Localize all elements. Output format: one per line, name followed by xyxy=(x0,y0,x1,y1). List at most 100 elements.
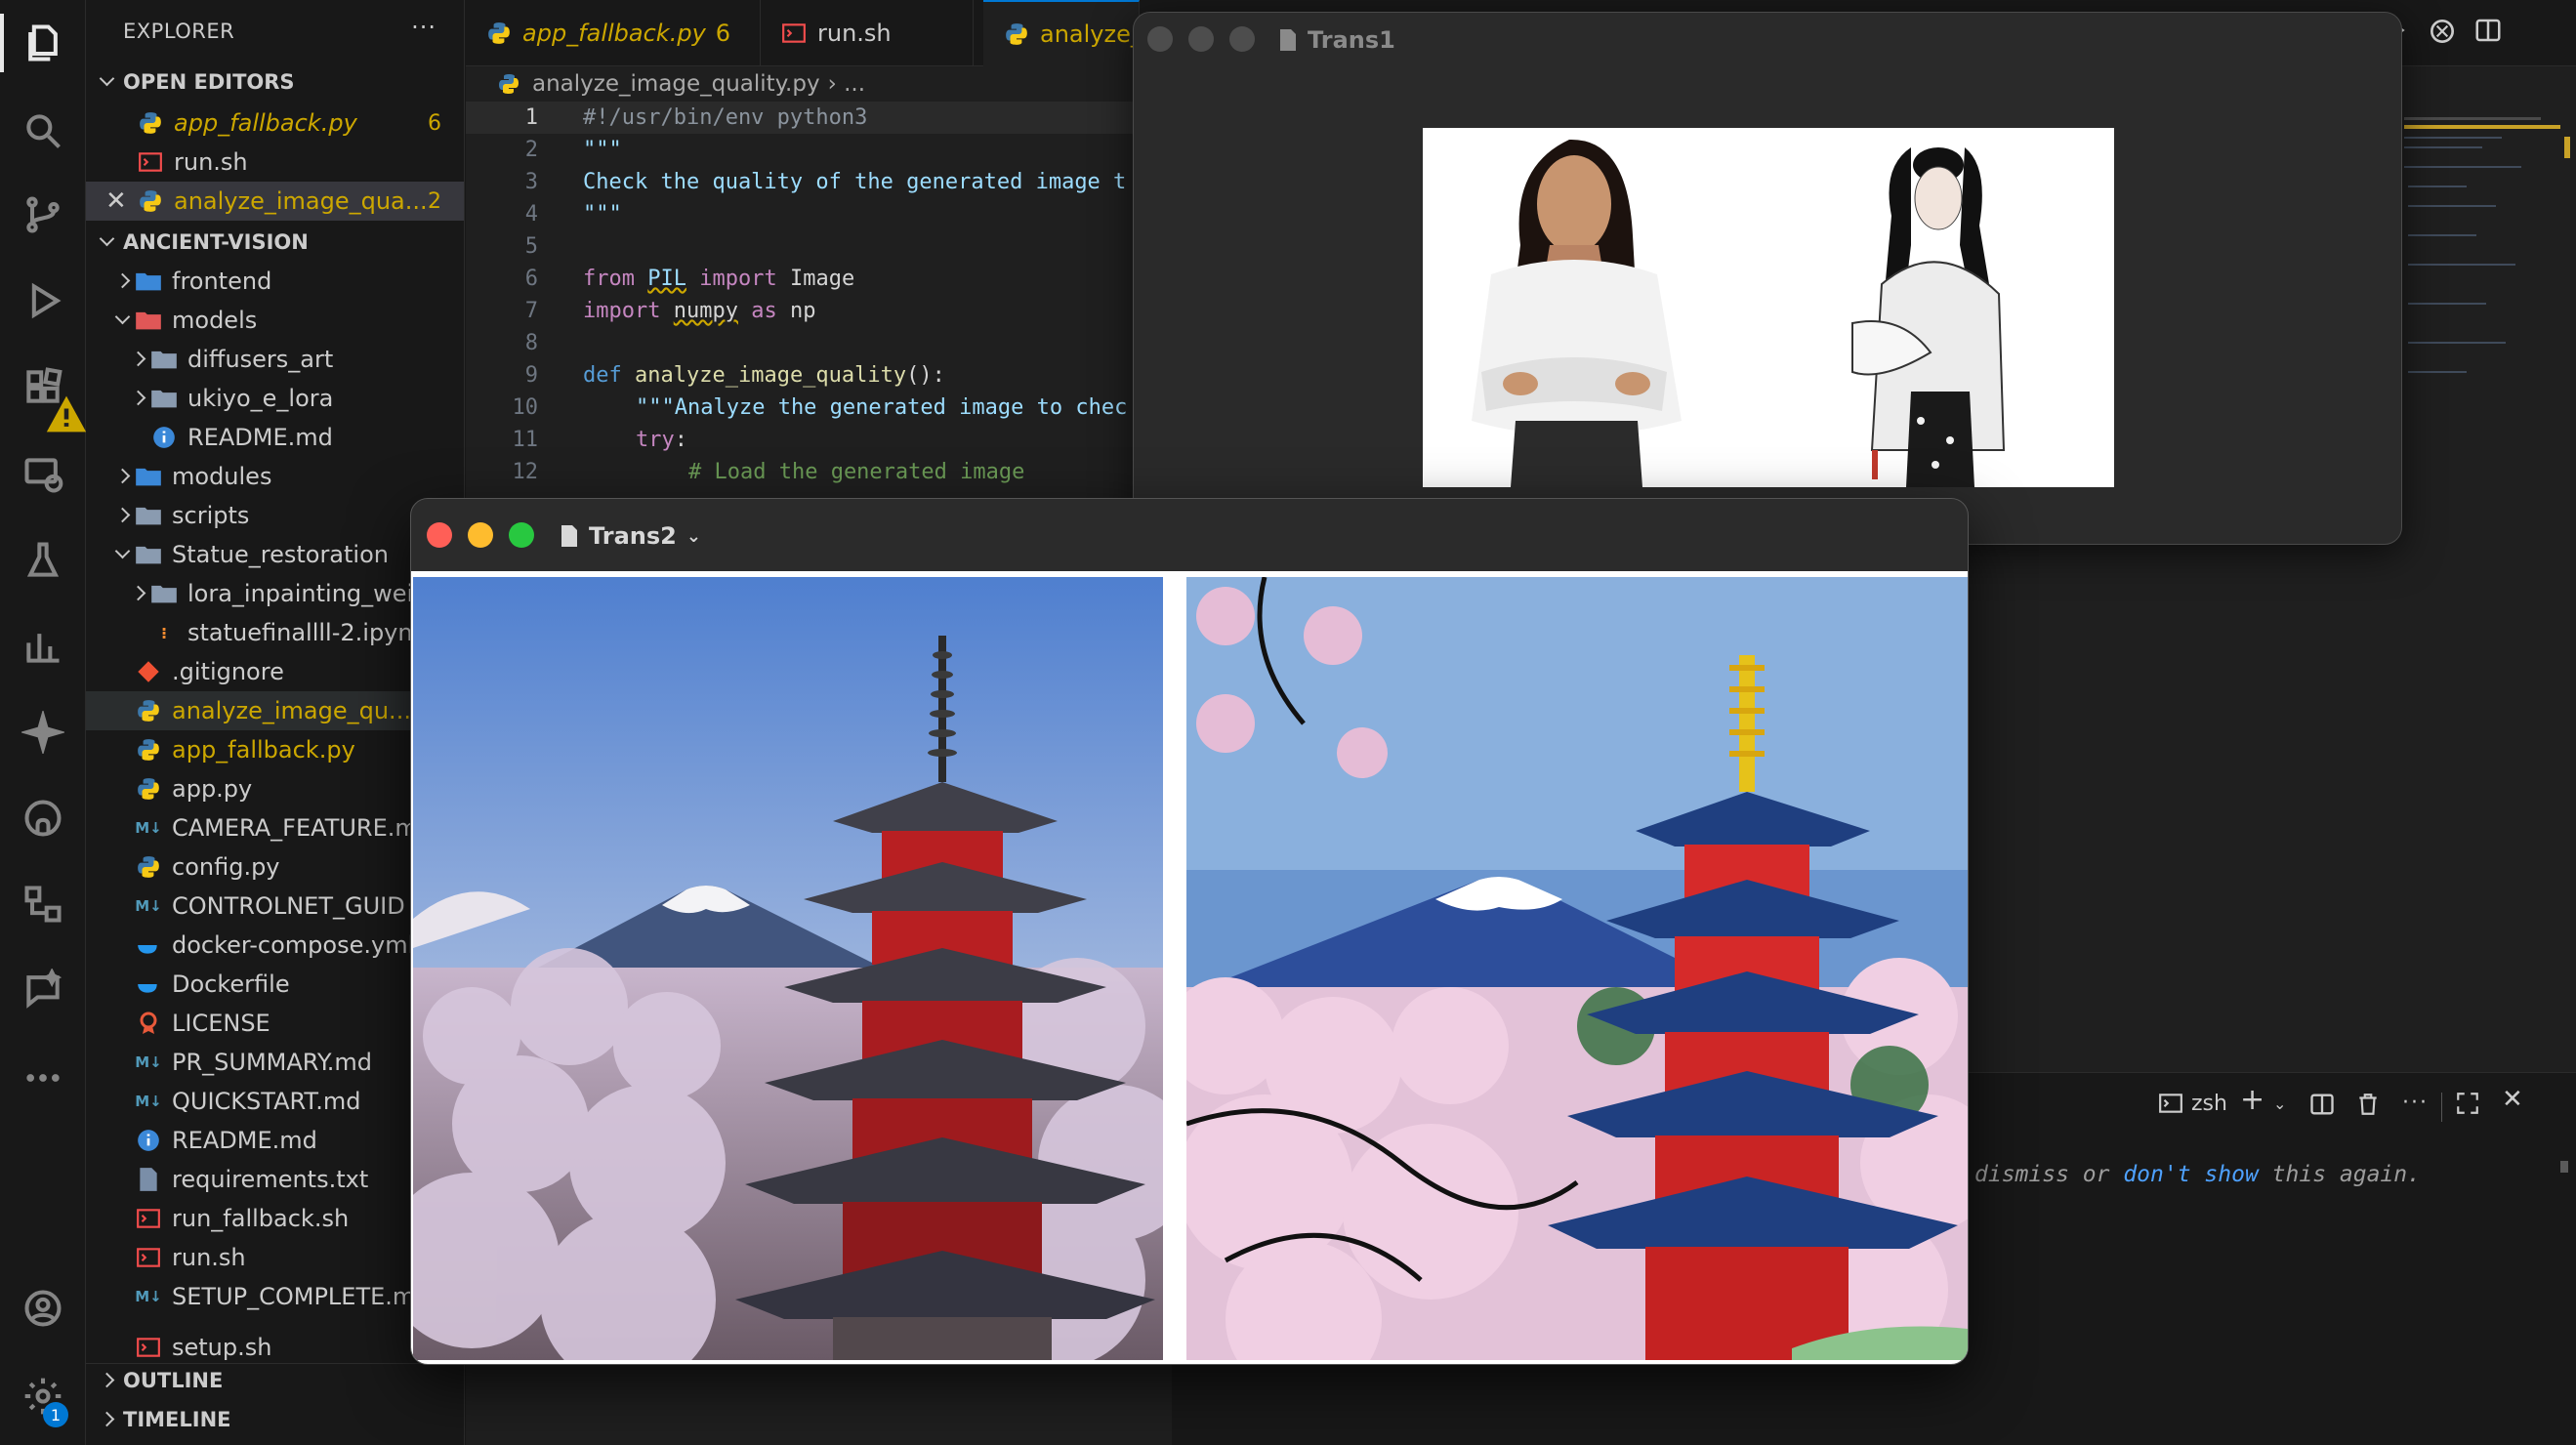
explorer-sidebar: EXPLORER ··· OPEN EDITORS app_fallback.p… xyxy=(86,0,465,1445)
scrollbar[interactable] xyxy=(2560,1161,2568,1173)
split-terminal-icon[interactable] xyxy=(2308,1091,2336,1124)
maximize-icon[interactable] xyxy=(2455,1091,2480,1122)
tree-file[interactable]: LICENSE xyxy=(86,1004,464,1043)
tree-file[interactable]: docker-compose.yml xyxy=(86,926,464,965)
timeline-header[interactable]: TIMELINE xyxy=(86,1400,464,1439)
project-header[interactable]: ANCIENT-VISION xyxy=(86,223,464,262)
tree-folder[interactable]: models xyxy=(86,301,464,340)
image-window-trans2[interactable]: Trans2 ⌄ xyxy=(410,498,1969,1365)
tree-folder[interactable]: Statue_restoration xyxy=(86,535,464,574)
tree-folder[interactable]: ukiyo_e_lora xyxy=(86,379,464,418)
chatgpt-icon[interactable] xyxy=(2427,16,2462,51)
chevron-down-icon[interactable]: ⌄ xyxy=(2273,1094,2286,1113)
tree-file[interactable]: ⁝ statuefinallll-2.ipyn xyxy=(86,613,464,652)
explorer-icon[interactable] xyxy=(0,4,86,82)
charts-icon[interactable] xyxy=(0,607,86,685)
zoom-button[interactable] xyxy=(509,522,534,548)
tree-file-selected[interactable]: analyze_image_qu... xyxy=(86,691,464,730)
tree-folder[interactable]: frontend xyxy=(86,262,464,301)
python-file-icon xyxy=(135,736,162,764)
open-editor-item[interactable]: run.sh xyxy=(86,143,464,182)
terminal-shell-selector[interactable]: zsh xyxy=(2158,1091,2227,1116)
tree-folder[interactable]: modules xyxy=(86,457,464,496)
tree-file[interactable]: M↓ SETUP_COMPLETE.m xyxy=(86,1277,464,1316)
sparkle-icon[interactable] xyxy=(0,693,86,771)
remote-explorer-icon[interactable] xyxy=(0,435,86,514)
tree-file[interactable]: M↓ CAMERA_FEATURE.m xyxy=(86,808,464,847)
minimap[interactable] xyxy=(2404,107,2570,420)
code-line[interactable]: 8 xyxy=(466,327,538,359)
comparison-image-portrait xyxy=(1423,128,2114,487)
code-line[interactable]: 3 Check the quality of the generated imag… xyxy=(466,166,1127,198)
more-icon[interactable] xyxy=(0,1039,86,1117)
image-window-trans1[interactable]: Trans1 xyxy=(1133,12,2402,545)
code-line[interactable]: 6 from PIL import Image xyxy=(466,263,854,295)
tree-folder[interactable]: diffusers_art xyxy=(86,340,464,379)
account-icon[interactable] xyxy=(0,1269,86,1347)
tree-file[interactable]: run.sh xyxy=(86,1238,464,1277)
tree-file[interactable]: run_fallback.sh xyxy=(86,1199,464,1238)
window-title[interactable]: Trans2 ⌄ xyxy=(560,522,701,550)
folder-icon xyxy=(150,385,178,412)
minimize-button[interactable] xyxy=(1188,26,1214,52)
code-line[interactable]: 4 """ xyxy=(466,198,622,230)
text-file-icon xyxy=(135,1166,162,1193)
split-editor-icon[interactable] xyxy=(2473,16,2509,51)
open-editor-item[interactable]: app_fallback.py 6 xyxy=(86,103,464,143)
explorer-more-button[interactable]: ··· xyxy=(411,14,436,41)
code-line[interactable]: 1 #!/usr/bin/env python3 xyxy=(466,102,1169,134)
dont-show-link[interactable]: don't show xyxy=(2123,1162,2258,1187)
tree-file[interactable]: .gitignore xyxy=(86,652,464,691)
breadcrumb-file[interactable]: analyze_image_quality.py xyxy=(532,71,820,97)
tab-run-sh[interactable]: run.sh xyxy=(761,0,974,66)
tree-file[interactable]: M↓ CONTROLNET_GUID xyxy=(86,887,464,926)
tree-file[interactable]: app.py xyxy=(86,769,464,808)
tree-folder[interactable]: lora_inpainting_weig xyxy=(86,574,464,613)
code-line[interactable]: 5 xyxy=(466,230,538,263)
close-button[interactable] xyxy=(1147,26,1173,52)
tree-file[interactable]: app_fallback.py xyxy=(86,730,464,769)
document-icon xyxy=(561,525,577,547)
tab-app-fallback[interactable]: app_fallback.py 6 xyxy=(466,0,761,66)
search-icon[interactable] xyxy=(0,92,86,170)
trash-icon[interactable] xyxy=(2355,1091,2381,1124)
source-control-icon[interactable] xyxy=(0,176,86,254)
testing-icon[interactable] xyxy=(0,521,86,599)
tree-file[interactable]: Dockerfile xyxy=(86,965,464,1004)
code-line[interactable]: 11 try: xyxy=(466,424,688,456)
chat-icon[interactable] xyxy=(0,951,86,1029)
extensions-icon[interactable] xyxy=(0,348,87,433)
outline-header[interactable]: OUTLINE xyxy=(86,1361,464,1400)
tree-file[interactable]: config.py xyxy=(86,847,464,887)
new-terminal-icon[interactable]: + xyxy=(2240,1083,2264,1117)
run-debug-icon[interactable] xyxy=(0,262,86,340)
code-line[interactable]: 7 import numpy as np xyxy=(466,295,816,327)
tree-file[interactable]: README.md xyxy=(86,1121,464,1160)
tree-file[interactable]: README.md xyxy=(86,418,464,457)
zoom-button[interactable] xyxy=(1229,26,1255,52)
tree-file[interactable]: M↓ QUICKSTART.md xyxy=(86,1082,464,1121)
generated-illustration xyxy=(1186,577,1968,1360)
close-panel-icon[interactable]: ✕ xyxy=(2502,1085,2523,1114)
tree-folder[interactable]: scripts xyxy=(86,496,464,535)
more-icon[interactable]: ··· xyxy=(2402,1091,2429,1115)
diagram-icon[interactable] xyxy=(0,865,86,943)
github-icon[interactable] xyxy=(0,779,86,857)
code-line[interactable]: 9 def analyze_image_quality(): xyxy=(466,359,945,392)
code-line[interactable]: 12 # Load the generated image xyxy=(466,456,1025,488)
markdown-icon: M↓ xyxy=(135,819,162,837)
close-button[interactable] xyxy=(427,522,452,548)
tree-file[interactable]: setup.sh xyxy=(86,1330,464,1365)
python-file-icon xyxy=(135,775,162,803)
tree-file[interactable]: M↓ PR_SUMMARY.md xyxy=(86,1043,464,1082)
tab-analyze[interactable]: analyze_ xyxy=(983,0,1143,66)
open-editor-item-active[interactable]: ✕ analyze_image_qua... 2 xyxy=(86,182,464,221)
breadcrumb-rest[interactable]: › ... xyxy=(828,71,865,97)
code-line[interactable]: 10 """Analyze the generated image to chec xyxy=(466,392,1128,424)
close-icon[interactable]: ✕ xyxy=(105,186,137,216)
settings-gear-icon[interactable]: 1 xyxy=(0,1357,86,1435)
minimize-button[interactable] xyxy=(468,522,493,548)
code-line[interactable]: 2 """ xyxy=(466,134,622,166)
tree-file[interactable]: requirements.txt xyxy=(86,1160,464,1199)
open-editors-header[interactable]: OPEN EDITORS xyxy=(86,62,464,102)
